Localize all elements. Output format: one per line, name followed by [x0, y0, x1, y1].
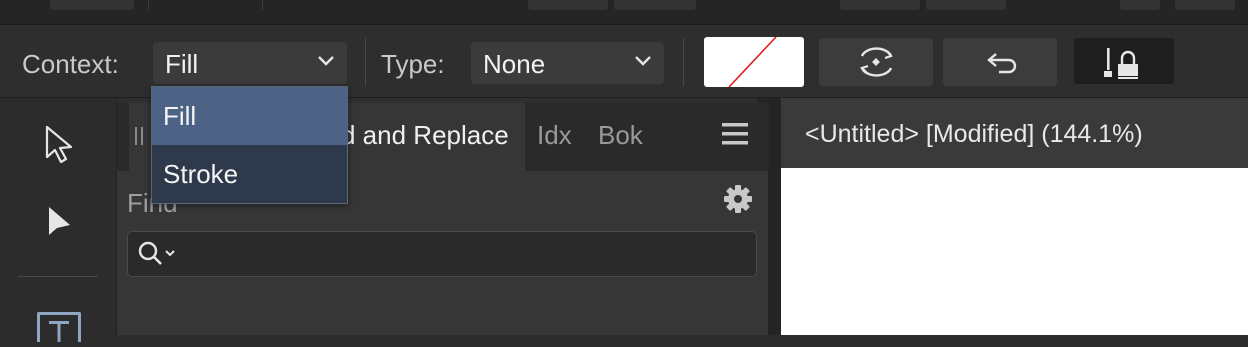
document-canvas[interactable] — [781, 168, 1248, 335]
type-label: Type: — [381, 49, 445, 79]
lock-icon — [1104, 48, 1138, 79]
panel-gutter — [769, 98, 781, 335]
document-tab[interactable]: <Untitled> [Modified] (144.1%) — [781, 98, 1248, 168]
context-select[interactable]: Fill — [153, 42, 347, 84]
drag-handle-icon[interactable] — [133, 125, 145, 147]
toolbar-separator — [148, 0, 149, 10]
chevron-down-icon — [635, 56, 651, 66]
context-select-value: Fill — [165, 49, 199, 79]
context-dropdown-menu: Fill Stroke — [151, 86, 348, 204]
chevron-down-icon — [318, 56, 334, 66]
dropdown-option-stroke[interactable]: Stroke — [152, 145, 347, 203]
rotate-around-icon — [859, 47, 893, 77]
no-fill-slash-icon — [728, 37, 777, 87]
toolbar-separator — [683, 38, 684, 86]
panel-menu-icon[interactable] — [721, 121, 749, 147]
tab-bok[interactable]: Bok — [598, 120, 643, 151]
toolbar-separator — [365, 38, 366, 86]
text-glyph-icon — [49, 321, 69, 343]
dropdown-option-fill[interactable]: Fill — [152, 87, 347, 145]
tools-divider — [18, 276, 98, 277]
undo-return-button[interactable] — [943, 38, 1057, 86]
text-tool-icon[interactable] — [37, 312, 81, 343]
toolbar-button[interactable] — [528, 0, 608, 10]
return-arrow-icon — [987, 53, 1017, 74]
toolbar-button[interactable] — [1175, 0, 1235, 10]
lock-button[interactable] — [1074, 38, 1174, 84]
type-select[interactable]: None — [471, 42, 664, 84]
context-label: Context: — [22, 49, 119, 79]
move-tool-icon[interactable] — [42, 124, 76, 166]
gear-icon[interactable] — [722, 183, 754, 215]
find-search-field[interactable] — [127, 231, 757, 277]
toolbar-button[interactable] — [50, 0, 134, 10]
main-toolbar-strip — [0, 0, 1248, 25]
toolbar-button[interactable] — [614, 0, 696, 10]
transform-button[interactable] — [819, 38, 933, 86]
toolbar-button[interactable] — [1120, 0, 1160, 10]
node-tool-icon[interactable] — [46, 205, 74, 239]
document-title: <Untitled> [Modified] (144.1%) — [805, 120, 1143, 148]
toolbar-button[interactable] — [840, 0, 920, 10]
toolbar-separator — [262, 0, 263, 10]
type-select-value: None — [483, 49, 546, 79]
search-icon[interactable] — [136, 239, 180, 269]
fill-swatch[interactable] — [704, 37, 804, 87]
tab-label-find-and-replace: d and Replace — [341, 120, 509, 150]
toolbar-button[interactable] — [926, 0, 1006, 10]
tab-idx[interactable]: Idx — [537, 120, 572, 151]
